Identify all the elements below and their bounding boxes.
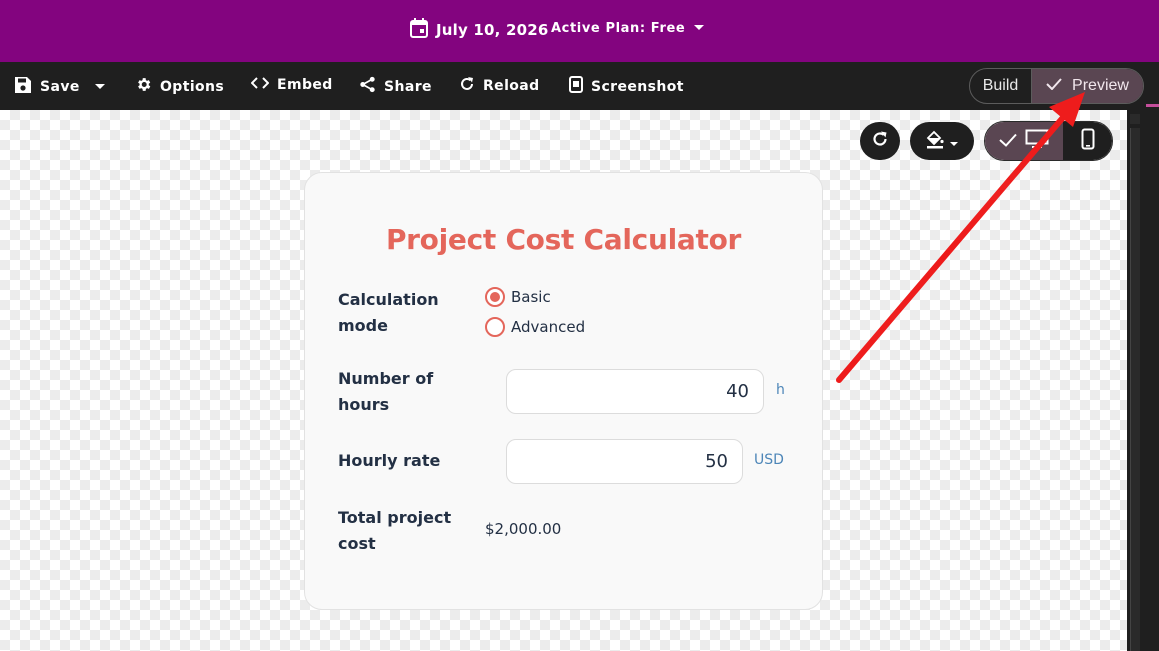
- build-preview-toggle: Build Preview: [969, 68, 1144, 104]
- chevron-down-icon: [949, 132, 959, 151]
- reload-icon: [459, 76, 475, 96]
- save-button[interactable]: Save: [14, 76, 106, 98]
- options-label: Options: [160, 78, 225, 95]
- chevron-down-icon[interactable]: [94, 79, 106, 95]
- desktop-icon: [1025, 129, 1049, 153]
- calculation-mode-label: Calculation mode: [338, 290, 439, 335]
- screenshot-icon: [569, 76, 583, 97]
- editor-toolbar: Save Options Embed Share Reload Screensh…: [0, 62, 1159, 110]
- top-bar: July 10, 2026 Active Plan: Free: [0, 0, 1159, 62]
- save-label: Save: [40, 79, 80, 95]
- share-icon: [359, 76, 376, 97]
- gear-icon: [135, 76, 152, 97]
- date-display[interactable]: July 10, 2026: [410, 18, 549, 42]
- calculator-title: Project Cost Calculator: [385, 223, 742, 256]
- radio-basic-label: Basic: [511, 288, 551, 306]
- hours-label: Number of hours: [338, 369, 434, 414]
- radio-advanced-label: Advanced: [511, 318, 586, 336]
- calendar-icon: [410, 18, 428, 42]
- calculator-card: Project Cost Calculator Calculation mode…: [304, 172, 823, 610]
- theme-fill-button[interactable]: [910, 122, 974, 160]
- hours-input[interactable]: 40: [506, 369, 764, 414]
- plan-label: Active Plan: Free: [551, 21, 686, 36]
- check-icon: [1046, 77, 1062, 95]
- total-cost-label: Total project cost: [338, 508, 452, 553]
- screenshot-label: Screenshot: [591, 78, 684, 95]
- radio-advanced-control[interactable]: [485, 317, 505, 337]
- embed-label: Embed: [277, 77, 333, 93]
- reload-button[interactable]: Reload: [459, 76, 540, 96]
- preview-mode-button[interactable]: Preview: [1032, 69, 1143, 103]
- device-preview-toggle: [984, 121, 1113, 161]
- embed-button[interactable]: Embed: [250, 76, 333, 94]
- paint-bucket-icon: [925, 129, 945, 153]
- active-plan-dropdown[interactable]: Active Plan: Free: [551, 21, 705, 36]
- code-icon: [250, 76, 270, 94]
- hourly-rate-label: Hourly rate: [338, 451, 441, 470]
- share-label: Share: [384, 78, 432, 95]
- radio-basic-control[interactable]: [485, 287, 505, 307]
- phone-view-button[interactable]: [1063, 122, 1112, 160]
- share-button[interactable]: Share: [359, 76, 432, 97]
- date-text: July 10, 2026: [436, 21, 549, 39]
- reload-label: Reload: [483, 78, 540, 94]
- desktop-view-button[interactable]: [985, 122, 1063, 160]
- hourly-rate-unit: USD: [754, 452, 784, 468]
- total-cost-value: $2,000.00: [485, 520, 562, 538]
- preview-label: Preview: [1072, 77, 1129, 94]
- accent-edge: [1146, 104, 1159, 107]
- hours-unit: h: [776, 382, 785, 398]
- refresh-icon: [871, 130, 889, 152]
- options-button[interactable]: Options: [135, 76, 224, 97]
- vertical-scrollbar[interactable]: [1127, 110, 1159, 651]
- chevron-down-icon: [693, 21, 705, 36]
- radio-basic[interactable]: Basic: [485, 287, 551, 307]
- refresh-preview-button[interactable]: [860, 122, 900, 160]
- screenshot-button[interactable]: Screenshot: [569, 76, 684, 97]
- scrollbar-thumb[interactable]: [1130, 128, 1140, 651]
- save-icon: [14, 76, 32, 98]
- build-mode-button[interactable]: Build: [970, 69, 1032, 103]
- phone-icon: [1081, 128, 1095, 154]
- radio-advanced[interactable]: Advanced: [485, 317, 585, 337]
- scrollbar-stub: [1130, 114, 1140, 124]
- hourly-rate-input[interactable]: 50: [506, 439, 743, 484]
- check-icon: [999, 132, 1017, 151]
